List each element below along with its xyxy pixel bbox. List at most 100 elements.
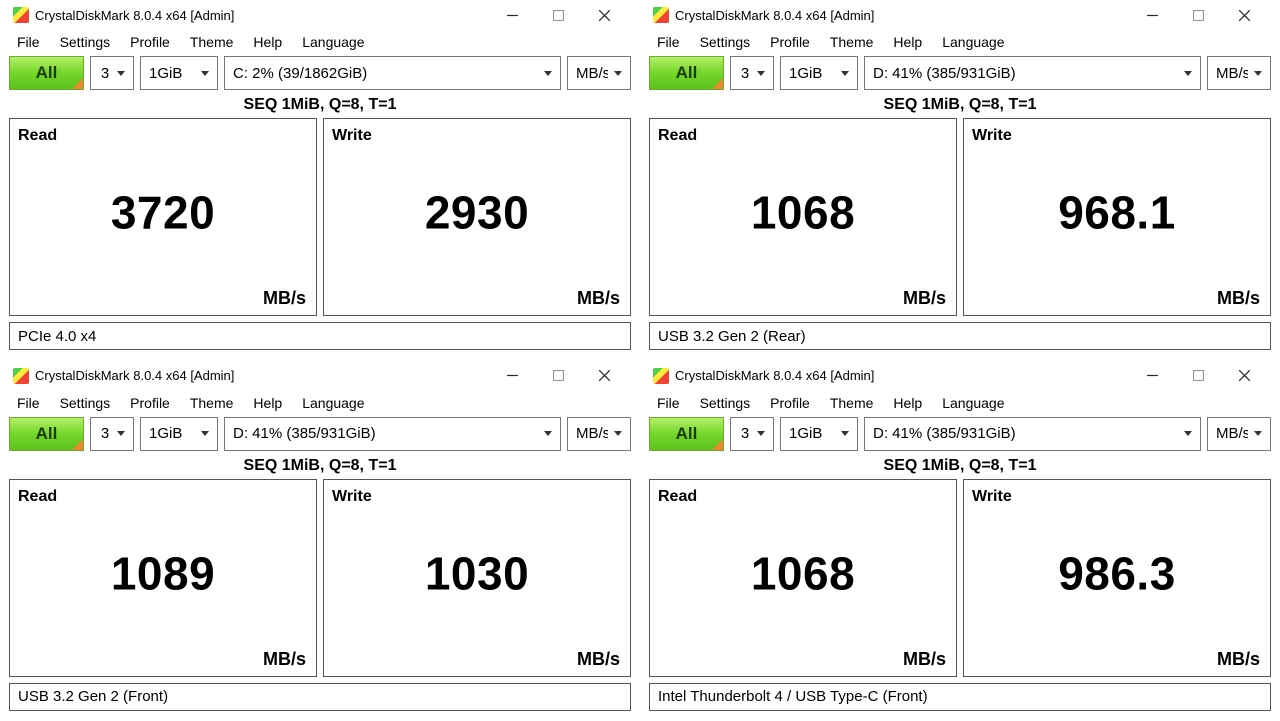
read-panel: Read 1089 MB/s: [9, 479, 317, 677]
menu-file[interactable]: File: [9, 32, 48, 52]
size-select[interactable]: 1GiB: [140, 417, 218, 451]
chevron-down-icon: [544, 431, 552, 436]
menu-profile[interactable]: Profile: [762, 32, 818, 52]
menu-help[interactable]: Help: [885, 393, 930, 413]
restore-button[interactable]: [535, 0, 581, 30]
menu-settings[interactable]: Settings: [692, 393, 759, 413]
close-button[interactable]: [1221, 0, 1267, 30]
run-all-button[interactable]: All: [9, 417, 84, 451]
minimize-button[interactable]: [489, 0, 535, 30]
drive-select[interactable]: D: 41% (385/931GiB): [864, 56, 1201, 90]
unit-select[interactable]: MB/s: [1207, 417, 1271, 451]
menu-profile[interactable]: Profile: [122, 32, 178, 52]
chevron-down-icon: [1254, 431, 1262, 436]
run-all-button[interactable]: All: [649, 417, 724, 451]
write-panel: Write 1030 MB/s: [323, 479, 631, 677]
menu-theme[interactable]: Theme: [182, 393, 242, 413]
window-title: CrystalDiskMark 8.0.4 x64 [Admin]: [675, 368, 874, 383]
test-label: SEQ 1MiB, Q=8, T=1: [9, 90, 631, 118]
menu-language[interactable]: Language: [934, 32, 1012, 52]
close-button[interactable]: [581, 361, 627, 391]
unit-select[interactable]: MB/s: [567, 56, 631, 90]
write-panel: Write 986.3 MB/s: [963, 479, 1271, 677]
window-title: CrystalDiskMark 8.0.4 x64 [Admin]: [35, 8, 234, 23]
results-row: Read 1068 MB/s Write 968.1 MB/s: [649, 118, 1271, 316]
write-speed: 986.3: [964, 546, 1270, 600]
window-title: CrystalDiskMark 8.0.4 x64 [Admin]: [35, 368, 234, 383]
chevron-down-icon: [544, 71, 552, 76]
menu-help[interactable]: Help: [245, 393, 290, 413]
menubar: File Settings Profile Theme Help Languag…: [9, 391, 631, 415]
chevron-down-icon: [841, 71, 849, 76]
runs-select[interactable]: 3: [90, 56, 134, 90]
size-select[interactable]: 1GiB: [780, 417, 858, 451]
read-unit: MB/s: [903, 288, 946, 309]
runs-select[interactable]: 3: [90, 417, 134, 451]
menu-profile[interactable]: Profile: [122, 393, 178, 413]
comment-box[interactable]: USB 3.2 Gen 2 (Front): [9, 683, 631, 711]
menu-language[interactable]: Language: [934, 393, 1012, 413]
read-speed: 3720: [10, 186, 316, 240]
chevron-down-icon: [117, 71, 125, 76]
minimize-button[interactable]: [489, 361, 535, 391]
minimize-button[interactable]: [1129, 0, 1175, 30]
write-speed: 968.1: [964, 186, 1270, 240]
test-label: SEQ 1MiB, Q=8, T=1: [649, 90, 1271, 118]
menu-theme[interactable]: Theme: [822, 32, 882, 52]
run-all-button[interactable]: All: [9, 56, 84, 90]
write-unit: MB/s: [577, 649, 620, 670]
minimize-button[interactable]: [1129, 361, 1175, 391]
size-select[interactable]: 1GiB: [780, 56, 858, 90]
window-title: CrystalDiskMark 8.0.4 x64 [Admin]: [675, 8, 874, 23]
comment-box[interactable]: Intel Thunderbolt 4 / USB Type-C (Front): [649, 683, 1271, 711]
comment-box[interactable]: PCIe 4.0 x4: [9, 322, 631, 350]
close-button[interactable]: [1221, 361, 1267, 391]
chevron-down-icon: [1184, 71, 1192, 76]
menu-theme[interactable]: Theme: [822, 393, 882, 413]
menu-file[interactable]: File: [9, 393, 48, 413]
menu-language[interactable]: Language: [294, 32, 372, 52]
cdm-window: CrystalDiskMark 8.0.4 x64 [Admin] File S…: [640, 361, 1280, 721]
drive-select[interactable]: C: 2% (39/1862GiB): [224, 56, 561, 90]
restore-button[interactable]: [1175, 361, 1221, 391]
write-title: Write: [332, 127, 622, 145]
menu-help[interactable]: Help: [885, 32, 930, 52]
menu-settings[interactable]: Settings: [52, 32, 119, 52]
menu-file[interactable]: File: [649, 393, 688, 413]
read-speed: 1089: [10, 546, 316, 600]
drive-select[interactable]: D: 41% (385/931GiB): [224, 417, 561, 451]
menubar: File Settings Profile Theme Help Languag…: [649, 30, 1271, 54]
chevron-down-icon: [117, 431, 125, 436]
menu-help[interactable]: Help: [245, 32, 290, 52]
unit-select[interactable]: MB/s: [567, 417, 631, 451]
titlebar: CrystalDiskMark 8.0.4 x64 [Admin]: [9, 361, 631, 391]
results-row: Read 1068 MB/s Write 986.3 MB/s: [649, 479, 1271, 677]
close-button[interactable]: [581, 0, 627, 30]
toolbar: All 3 1GiB C: 2% (39/1862GiB) MB/s: [9, 56, 631, 90]
menu-settings[interactable]: Settings: [692, 32, 759, 52]
drive-select[interactable]: D: 41% (385/931GiB): [864, 417, 1201, 451]
run-all-button[interactable]: All: [649, 56, 724, 90]
menu-profile[interactable]: Profile: [762, 393, 818, 413]
window-grid: CrystalDiskMark 8.0.4 x64 [Admin] File S…: [0, 0, 1280, 721]
restore-button[interactable]: [1175, 0, 1221, 30]
read-unit: MB/s: [263, 288, 306, 309]
runs-select[interactable]: 3: [730, 417, 774, 451]
read-title: Read: [658, 488, 948, 506]
cdm-window: CrystalDiskMark 8.0.4 x64 [Admin] File S…: [0, 0, 640, 361]
menu-settings[interactable]: Settings: [52, 393, 119, 413]
results-row: Read 3720 MB/s Write 2930 MB/s: [9, 118, 631, 316]
menu-theme[interactable]: Theme: [182, 32, 242, 52]
write-speed: 2930: [324, 186, 630, 240]
unit-select[interactable]: MB/s: [1207, 56, 1271, 90]
comment-box[interactable]: USB 3.2 Gen 2 (Rear): [649, 322, 1271, 350]
menu-file[interactable]: File: [649, 32, 688, 52]
write-panel: Write 968.1 MB/s: [963, 118, 1271, 316]
size-select[interactable]: 1GiB: [140, 56, 218, 90]
read-speed: 1068: [650, 546, 956, 600]
restore-button[interactable]: [535, 361, 581, 391]
menubar: File Settings Profile Theme Help Languag…: [649, 391, 1271, 415]
write-title: Write: [972, 488, 1262, 506]
menu-language[interactable]: Language: [294, 393, 372, 413]
runs-select[interactable]: 3: [730, 56, 774, 90]
